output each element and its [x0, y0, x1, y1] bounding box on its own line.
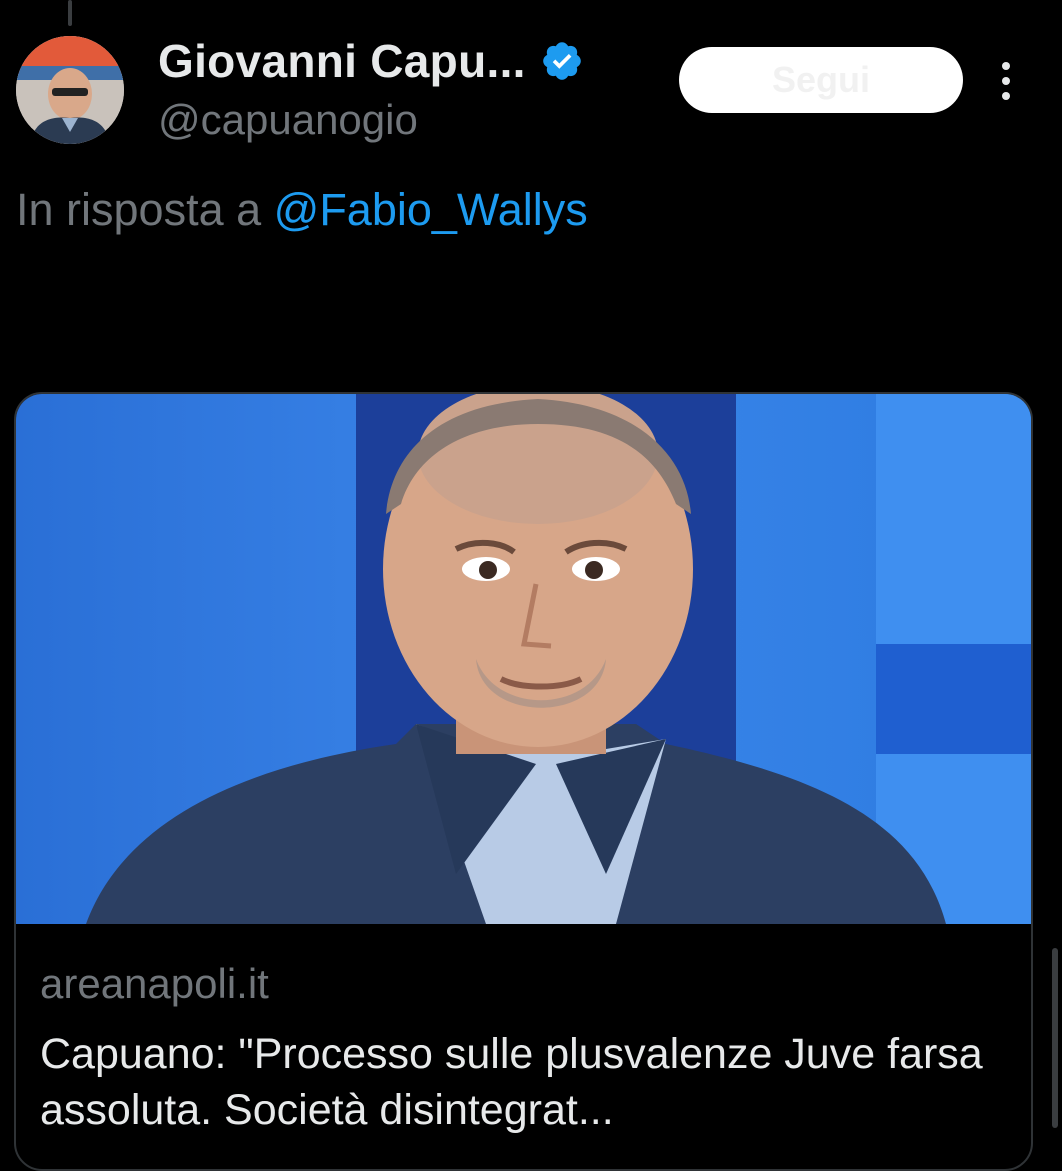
verified-badge-icon[interactable]	[540, 39, 584, 83]
reply-prefix: In risposta a	[16, 184, 274, 235]
follow-button[interactable]: Segui	[679, 47, 963, 113]
card-title[interactable]: Capuano: "Processo sulle plusvalenze Juv…	[40, 1026, 1010, 1138]
article-photo-icon	[16, 394, 1031, 924]
reply-context: In risposta a @Fabio_Wallys	[16, 184, 588, 236]
avatar-photo-icon	[16, 36, 124, 144]
author-avatar[interactable]	[16, 36, 124, 144]
scrollbar-thumb[interactable]	[1052, 948, 1058, 1128]
author-name-row: Giovanni Capu...	[158, 34, 584, 88]
link-preview-card[interactable]: areanapoli.it Capuano: "Processo sulle p…	[14, 392, 1033, 1171]
author-handle[interactable]: @capuanogio	[158, 96, 418, 144]
reply-mention-link[interactable]: @Fabio_Wallys	[274, 184, 588, 235]
thread-connector-line	[68, 0, 72, 26]
card-domain[interactable]: areanapoli.it	[40, 960, 269, 1008]
more-vertical-icon[interactable]	[995, 60, 1017, 102]
author-display-name[interactable]: Giovanni Capu...	[158, 34, 526, 88]
